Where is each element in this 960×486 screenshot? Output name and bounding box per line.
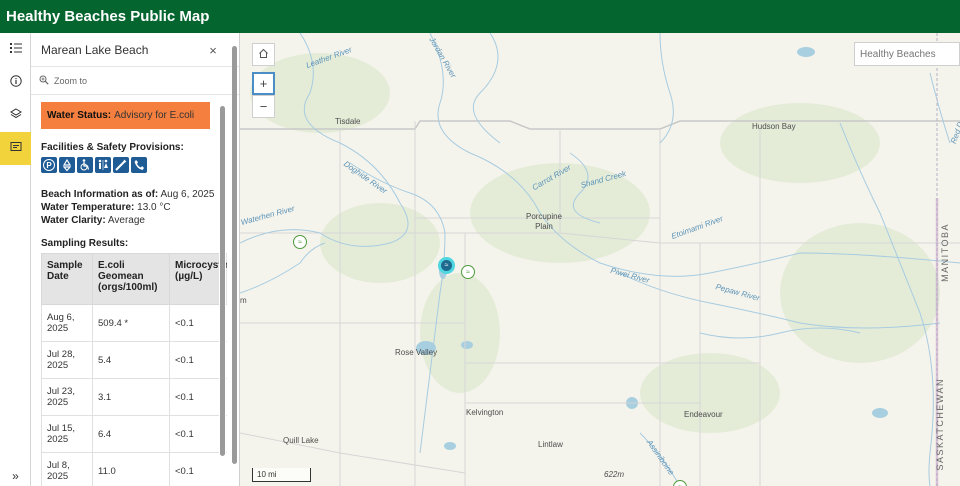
- place-label: Tisdale: [335, 117, 361, 126]
- water-status-value: Advisory for E.coli: [114, 110, 195, 121]
- app-title: Healthy Beaches Public Map: [6, 8, 210, 25]
- sampling-table: Sample Date E.coli Geomean (orgs/100ml) …: [41, 253, 227, 486]
- partial-label: m: [240, 296, 247, 305]
- province-label: SASKATCHEWAN: [935, 378, 945, 471]
- water-status-label: Water Status:: [47, 110, 112, 121]
- table-header-row: Sample Date E.coli Geomean (orgs/100ml) …: [41, 253, 227, 305]
- beach-marker[interactable]: ≈: [293, 235, 307, 249]
- table-cell: Aug 6, 2025: [41, 304, 93, 342]
- col-sample-date: Sample Date: [41, 253, 93, 305]
- feature-panel: Marean Lake Beach × Zoom to Water Status…: [31, 33, 240, 486]
- home-icon: [258, 47, 269, 62]
- table-cell: 6.4: [92, 415, 170, 453]
- panel-header: Marean Lake Beach ×: [31, 33, 239, 67]
- table-cell: 509.4 *: [92, 304, 170, 342]
- water-temp-row: Water Temperature: 13.0 °C: [41, 201, 227, 214]
- place-label: Hudson Bay: [752, 122, 796, 131]
- info-date-value: Aug 6, 2025: [160, 189, 215, 200]
- table-cell: 5.4: [92, 341, 170, 379]
- info-button[interactable]: [0, 66, 31, 99]
- home-button[interactable]: [252, 43, 275, 66]
- table-cell: 3.1: [92, 378, 170, 416]
- info-date-label: Beach Information as of:: [41, 189, 159, 200]
- sampling-label: Sampling Results:: [41, 238, 129, 249]
- zoom-to-icon: [39, 75, 54, 87]
- scale-bar: 10 mi: [252, 468, 311, 482]
- recycling-icon: [59, 157, 75, 173]
- panel-scrollbar-thumb[interactable]: [232, 46, 237, 464]
- panel-title: Marean Lake Beach: [41, 42, 149, 57]
- svg-text:P: P: [46, 161, 52, 170]
- zoom-out-button[interactable]: −: [252, 95, 275, 118]
- table-row: Jul 23, 2025 3.1 <0.1: [41, 378, 227, 416]
- table-cell: 11.0: [92, 452, 170, 486]
- water-clarity-row: Water Clarity: Average: [41, 214, 227, 227]
- zoom-to-button[interactable]: Zoom to: [31, 67, 239, 95]
- table-row: Jul 15, 2025 6.4 <0.1: [41, 415, 227, 453]
- swimmer-icon: ≈: [444, 262, 449, 269]
- water-clarity-label: Water Clarity:: [41, 215, 106, 226]
- swimmer-icon: ≈: [298, 238, 302, 246]
- beach-marker[interactable]: ≈: [461, 265, 475, 279]
- place-label: Quill Lake: [283, 436, 319, 445]
- syringe-disposal-icon: [113, 157, 129, 173]
- content-scrollbar[interactable]: [219, 103, 226, 460]
- app-header: Healthy Beaches Public Map: [0, 0, 960, 33]
- selected-beach-marker[interactable]: ≈: [438, 257, 455, 274]
- beach-info: Beach Information as of: Aug 6, 2025 Wat…: [41, 188, 227, 227]
- info-icon: [9, 74, 22, 92]
- col-ecoli: E.coli Geomean (orgs/100ml): [92, 253, 170, 305]
- place-label: Lintlaw: [538, 440, 563, 449]
- table-cell: Jul 28, 2025: [41, 341, 93, 379]
- close-icon[interactable]: ×: [207, 43, 219, 58]
- place-label: Kelvington: [466, 408, 504, 417]
- elevation-label: 622m: [604, 470, 625, 479]
- table-row: Jul 8, 2025 11.0 <0.1: [41, 452, 227, 486]
- layers-button[interactable]: [0, 99, 31, 132]
- place-label: Porcupine Plain: [525, 212, 563, 231]
- map-view[interactable]: Leather River Jordan River Doghide River…: [240, 33, 960, 486]
- place-label: Rose Valley: [395, 348, 438, 357]
- search-input[interactable]: [854, 42, 960, 66]
- table-cell: Jul 8, 2025: [41, 452, 93, 486]
- content-scrollbar-thumb[interactable]: [220, 106, 225, 456]
- panel-content: Water Status: Advisory for E.coli Facili…: [31, 95, 227, 486]
- table-cell: Jul 23, 2025: [41, 378, 93, 416]
- facilities-label: Facilities & Safety Provisions:: [41, 142, 184, 153]
- popup-details-button[interactable]: [0, 132, 31, 165]
- zoom-to-label: Zoom to: [54, 75, 88, 86]
- washroom-icon: [95, 157, 111, 173]
- panel-scrollbar[interactable]: [230, 38, 238, 464]
- phone-icon: [131, 157, 147, 173]
- swimmer-icon: ≈: [466, 268, 470, 276]
- province-label: MANITOBA: [940, 223, 950, 282]
- water-status-badge: Water Status: Advisory for E.coli: [41, 102, 210, 129]
- parking-icon: P: [41, 157, 57, 173]
- popup-details-icon: [10, 140, 22, 158]
- table-cell: Jul 15, 2025: [41, 415, 93, 453]
- basemap: [240, 33, 960, 486]
- layers-icon: [9, 107, 22, 125]
- table-row: Aug 6, 2025 509.4 * <0.1: [41, 304, 227, 342]
- zoom-in-button[interactable]: +: [252, 72, 275, 95]
- facility-icons: P: [41, 157, 227, 173]
- expand-button[interactable]: »: [0, 466, 31, 486]
- side-rail: »: [0, 33, 31, 486]
- list-button[interactable]: [0, 33, 31, 66]
- water-clarity-value: Average: [107, 215, 145, 226]
- list-icon: [9, 41, 22, 59]
- place-label: Endeavour: [684, 410, 723, 419]
- water-temp-label: Water Temperature:: [41, 202, 135, 213]
- info-date-row: Beach Information as of: Aug 6, 2025: [41, 188, 227, 201]
- accessible-icon: [77, 157, 93, 173]
- water-temp-value: 13.0 °C: [137, 202, 171, 213]
- table-row: Jul 28, 2025 5.4 <0.1: [41, 341, 227, 379]
